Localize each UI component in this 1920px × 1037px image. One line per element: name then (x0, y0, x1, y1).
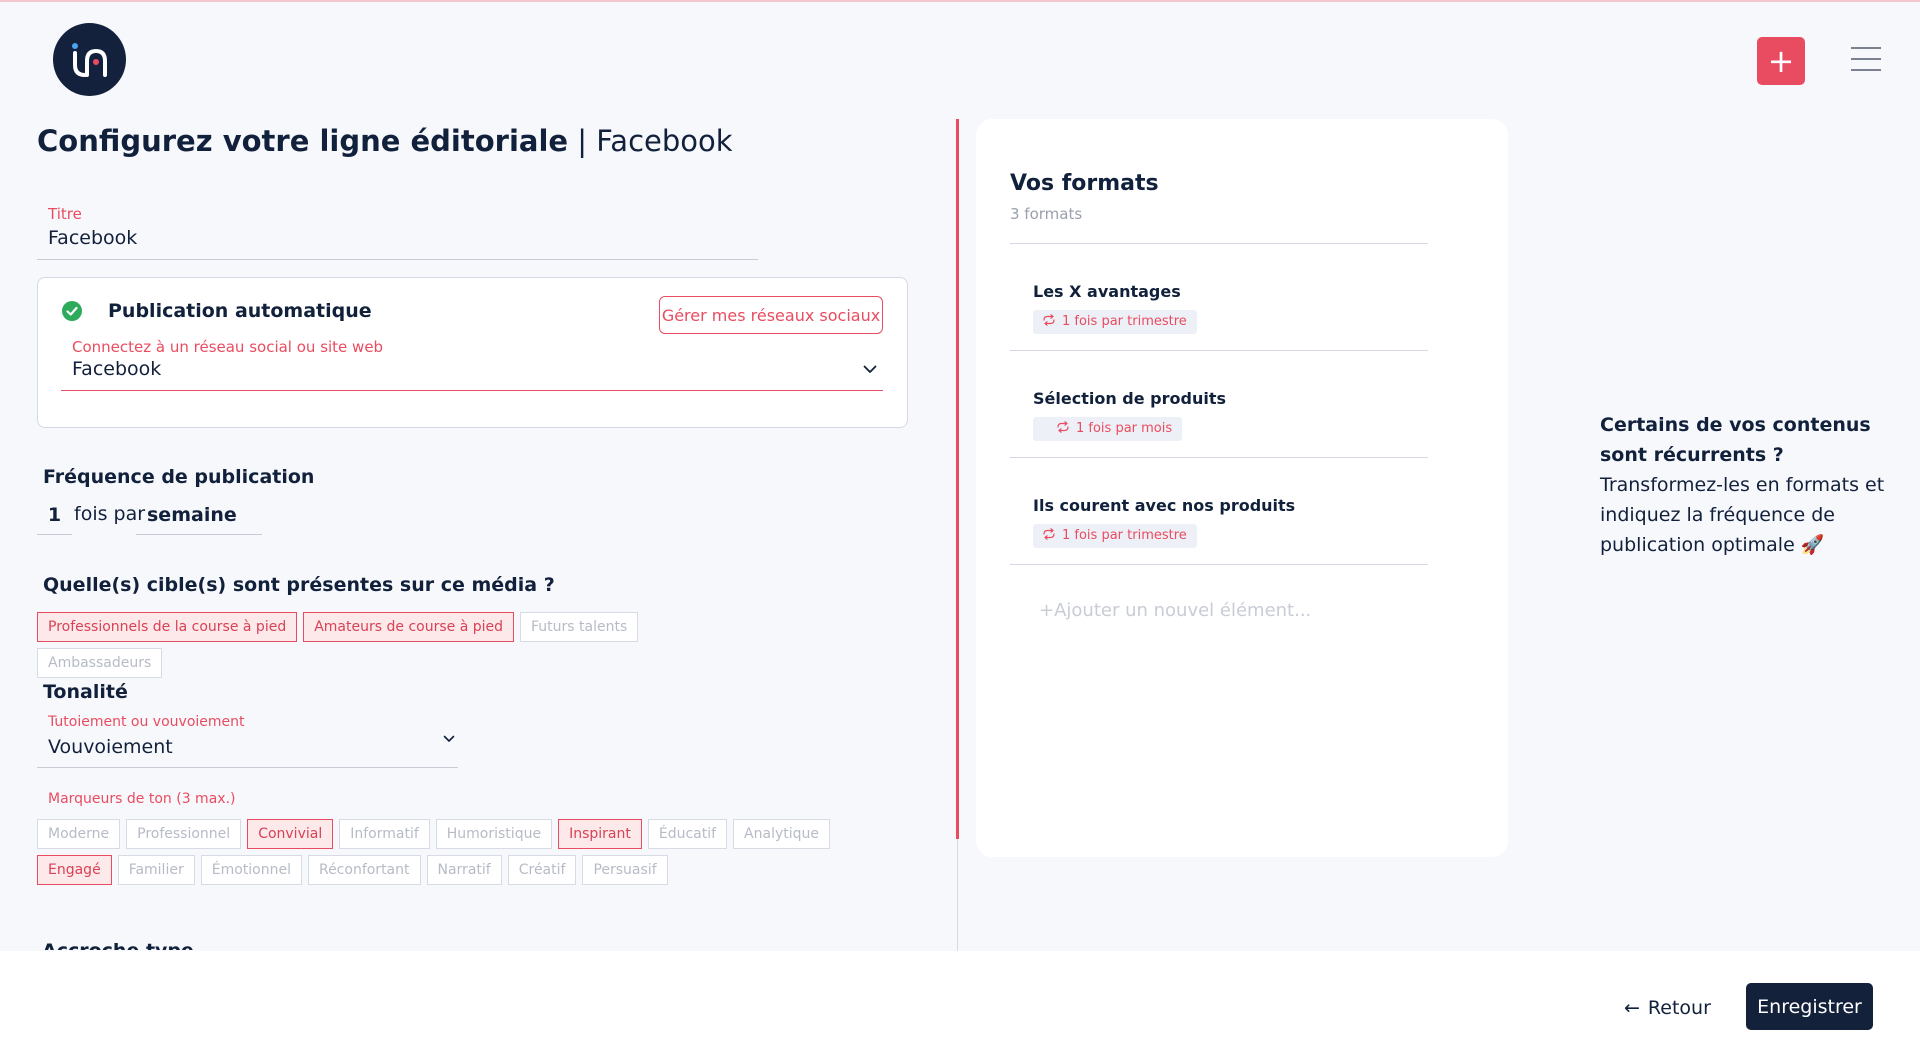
top-accent-line (0, 0, 1920, 2)
page-title-network: | Facebook (568, 124, 733, 158)
save-button[interactable]: Enregistrer (1746, 983, 1873, 1030)
repeat-icon (1043, 528, 1055, 540)
title-field[interactable]: Titre Facebook (37, 205, 758, 260)
format-frequency-badge: 1 fois par trimestre (1033, 310, 1197, 334)
formats-list: Les X avantages 1 fois par trimestre Sél… (1010, 243, 1428, 565)
format-name: Sélection de produits (1033, 389, 1226, 408)
target-chip[interactable]: Ambassadeurs (37, 648, 163, 678)
tone-marker-chip[interactable]: Familier (117, 855, 195, 885)
column-divider (956, 119, 959, 839)
formats-info-bold: Certains de vos contenus sont récurrents… (1600, 414, 1871, 466)
next-section-title-text: Accroche type (42, 940, 194, 950)
frequency-count-input[interactable]: 1 (37, 499, 72, 535)
page-title-main: Configurez votre ligne éditoriale (37, 124, 569, 158)
title-field-label: Titre (48, 205, 82, 223)
tone-marker-chip[interactable]: Narratif (426, 855, 502, 885)
format-name: Les X avantages (1033, 282, 1181, 301)
tone-marker-chip[interactable]: Professionnel (126, 819, 242, 849)
tone-marker-chip[interactable]: Persuasif (582, 855, 668, 885)
auto-publish-title: Publication automatique (108, 300, 372, 322)
format-item[interactable]: Sélection de produits 1 fois par mois (1010, 351, 1428, 458)
tone-marker-chip[interactable]: Émotionnel (200, 855, 302, 885)
chevron-down-icon[interactable] (443, 735, 455, 743)
frequency-title: Fréquence de publication (43, 466, 315, 488)
target-chip[interactable]: Futurs talents (520, 612, 639, 642)
format-frequency-badge: 1 fois par mois (1033, 417, 1183, 441)
tone-marker-chip[interactable]: Convivial (247, 819, 334, 849)
format-item[interactable]: Les X avantages 1 fois par trimestre (1010, 244, 1428, 351)
tone-marker-chip[interactable]: Informatif (339, 819, 430, 849)
add-button[interactable]: + (1757, 37, 1805, 85)
social-network-select-label: Connectez à un réseau social ou site web (72, 338, 384, 356)
tone-marker-chips: Moderne Professionnel Convivial Informat… (37, 819, 897, 885)
app-logo[interactable] (53, 23, 126, 96)
back-button[interactable]: ← Retour (1624, 993, 1711, 1023)
format-frequency-badge: 1 fois par trimestre (1033, 524, 1197, 548)
format-frequency-text: 1 fois par trimestre (1062, 528, 1187, 543)
check-circle-icon (62, 301, 82, 321)
social-network-select-value: Facebook (72, 358, 162, 380)
tone-marker-chip[interactable]: Réconfortant (307, 855, 421, 885)
tone-marker-chip[interactable]: Humoristique (435, 819, 553, 849)
column-divider-bottom (957, 839, 958, 951)
footer-bar: ← Retour Enregistrer (0, 951, 1920, 1037)
tone-address-select[interactable]: Tutoiement ou vouvoiement Vouvoiement (37, 714, 458, 768)
social-network-select[interactable]: Connectez à un réseau social ou site web… (61, 338, 883, 391)
logo-mark-icon (72, 43, 107, 77)
frequency-text: fois par (74, 503, 146, 525)
formats-title: Vos formats (1010, 171, 1159, 196)
add-format-input[interactable]: +Ajouter un nouvel élément... (1039, 600, 1311, 621)
target-chips: Professionnels de la course à pied Amate… (37, 612, 757, 678)
arrow-left-icon: ← (1624, 997, 1640, 1019)
format-name: Ils courent avec nos produits (1033, 496, 1296, 515)
formats-panel: Vos formats 3 formats Les X avantages 1 … (976, 119, 1508, 857)
repeat-icon (1057, 421, 1069, 433)
tone-marker-chip[interactable]: Créatif (507, 855, 577, 885)
auto-publish-card: Publication automatique Gérer mes réseau… (37, 277, 908, 428)
frequency-unit-select[interactable]: semaine (136, 499, 262, 535)
manage-social-networks-button[interactable]: Gérer mes réseaux sociaux (659, 296, 883, 334)
target-chip[interactable]: Professionnels de la course à pied (37, 612, 298, 642)
tone-markers-label: Marqueurs de ton (3 max.) (48, 791, 236, 807)
next-section-title: Accroche type (42, 940, 194, 950)
repeat-icon (1043, 314, 1055, 326)
format-frequency-text: 1 fois par mois (1076, 421, 1173, 436)
formats-info-text: Certains de vos contenus sont récurrents… (1600, 410, 1890, 560)
target-chip[interactable]: Amateurs de course à pied (303, 612, 514, 642)
tone-marker-chip[interactable]: Engagé (37, 855, 112, 885)
page-title: Configurez votre ligne éditoriale | Face… (37, 124, 733, 158)
tone-marker-chip[interactable]: Analytique (733, 819, 831, 849)
tone-address-select-value: Vouvoiement (48, 736, 173, 758)
back-button-label: Retour (1647, 997, 1711, 1019)
format-item[interactable]: Ils courent avec nos produits 1 fois par… (1010, 458, 1428, 565)
tone-marker-chip[interactable]: Éducatif (647, 819, 728, 849)
hamburger-menu-icon[interactable] (1851, 47, 1881, 75)
tone-marker-chip[interactable]: Inspirant (558, 819, 642, 849)
title-field-value[interactable]: Facebook (48, 227, 137, 249)
formats-info-body: Transformez-les en formats et indiquez l… (1600, 474, 1885, 556)
targets-title: Quelle(s) cible(s) sont présentes sur ce… (43, 574, 555, 596)
formats-count: 3 formats (1010, 205, 1083, 223)
tone-title: Tonalité (43, 681, 128, 703)
tone-marker-chip[interactable]: Moderne (37, 819, 121, 849)
chevron-down-icon[interactable] (863, 365, 877, 374)
format-frequency-text: 1 fois par trimestre (1062, 314, 1187, 329)
tone-address-select-label: Tutoiement ou vouvoiement (48, 714, 245, 730)
